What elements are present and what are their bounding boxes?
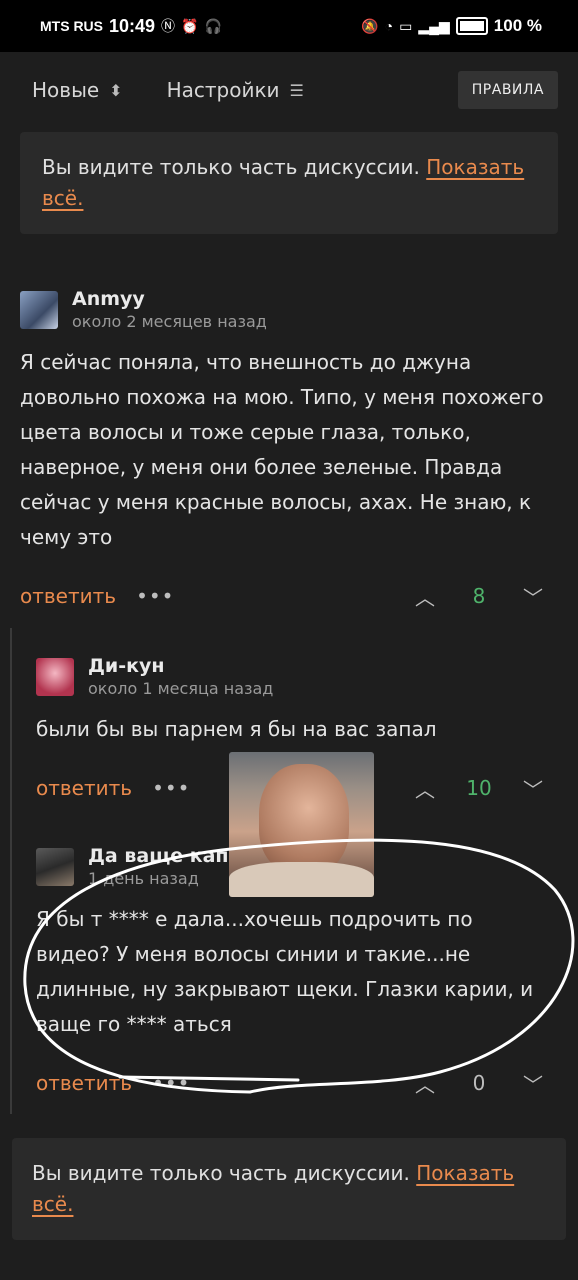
notice-text: Вы видите только часть дискуссии. (32, 1161, 417, 1185)
upvote-icon[interactable]: ︿ (410, 582, 440, 611)
photo-face (259, 764, 349, 874)
settings-label: Настройки (166, 78, 280, 102)
overlay-photo (229, 752, 374, 897)
sliders-icon: ☰ (289, 80, 304, 100)
comment-text: были бы вы парнем я бы на вас запал (36, 717, 437, 741)
rules-button[interactable]: ПРАВИЛА (457, 71, 558, 109)
notice-text: Вы видите только часть дискуссии. (42, 155, 427, 179)
comment-author[interactable]: Ди-кун (88, 655, 273, 677)
photo-shoulder (229, 862, 374, 897)
clock: 10:49 (109, 15, 156, 36)
avatar[interactable] (36, 657, 74, 696)
comment-text: Я бы т **** е дала...хочешь подрочить по… (36, 907, 534, 1036)
comment-time: около 1 месяца назад (88, 679, 274, 698)
reply-button[interactable]: ответить (36, 1071, 132, 1095)
battery-icon (455, 17, 488, 35)
avatar[interactable] (36, 847, 74, 886)
comment-text: Я сейчас поняла, что внешность до джуна … (20, 350, 544, 549)
comments-toolbar: Новые ⬍ Настройки ☰ ПРАВИЛА (0, 52, 578, 128)
reply-button[interactable]: ответить (36, 776, 132, 800)
sort-label: Новые (32, 78, 100, 102)
nfc-icon: Ⓝ (161, 18, 176, 34)
vote-score: 0 (472, 1071, 486, 1095)
alarm-icon: ⏰ (181, 17, 199, 34)
avatar[interactable] (20, 290, 58, 329)
vote-score: 10 (466, 776, 492, 800)
comment: Anmyy около 2 месяцев назад Я сейчас пон… (0, 288, 578, 611)
upvote-icon[interactable]: ︿ (410, 774, 440, 803)
comment-author[interactable]: Anmyy (72, 288, 267, 310)
status-bar: MTS RUS 10:49 Ⓝ ⏰ 🎧 🔕 ◔ ▭ ▂▄▆ 100 % (0, 0, 578, 52)
battery-percent: 100 % (493, 16, 542, 35)
sort-arrows-icon: ⬍ (109, 80, 123, 100)
comment-time: около 2 месяцев назад (72, 312, 267, 331)
more-options-icon[interactable]: ••• (152, 776, 190, 800)
partial-discussion-notice: Вы видите только часть дискуссии. Показа… (20, 132, 558, 234)
wifi-icon: ◔ (384, 18, 394, 34)
sort-dropdown[interactable]: Новые ⬍ (32, 78, 123, 102)
volte-icon: ▭ (399, 17, 413, 34)
downvote-icon[interactable]: ﹀ (518, 774, 548, 803)
comment-author[interactable]: Да ваще капе (88, 845, 241, 867)
headphones-icon: 🎧 (204, 17, 222, 34)
reply-button[interactable]: ответить (20, 584, 116, 608)
settings-button[interactable]: Настройки ☰ (167, 78, 304, 102)
more-options-icon[interactable]: ••• (136, 584, 174, 608)
upvote-icon[interactable]: ︿ (410, 1069, 440, 1098)
downvote-icon[interactable]: ﹀ (518, 1069, 548, 1098)
downvote-icon[interactable]: ﹀ (518, 582, 548, 611)
carrier-name: MTS RUS (40, 18, 103, 34)
comment-time: 1 день назад (88, 869, 199, 888)
partial-discussion-notice-bottom: Вы видите только часть дискуссии. Показа… (12, 1138, 566, 1240)
vote-score: 8 (472, 584, 486, 608)
mute-icon: 🔕 (361, 17, 379, 34)
signal-icon: ▂▄▆ (418, 17, 450, 34)
more-options-icon[interactable]: ••• (152, 1071, 190, 1095)
